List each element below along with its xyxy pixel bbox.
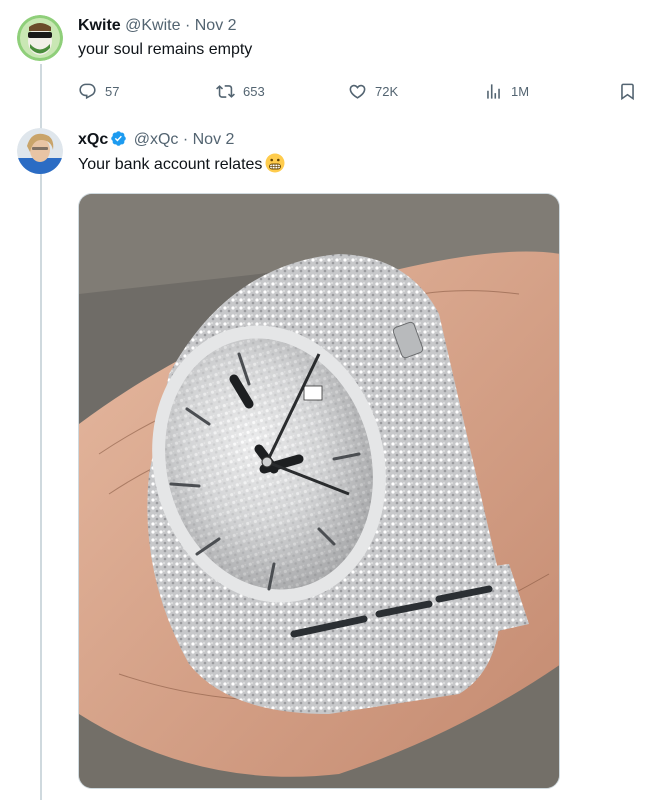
- bookmark-button[interactable]: [618, 82, 637, 101]
- like-button[interactable]: 72K: [348, 82, 398, 101]
- tweet-text: Your bank account relates: [78, 156, 263, 173]
- timestamp[interactable]: Nov 2: [195, 17, 237, 34]
- separator: ·: [182, 131, 189, 148]
- tweet-text: your soul remains empty: [78, 41, 253, 58]
- bookmark-icon: [621, 83, 634, 101]
- avatar[interactable]: [17, 128, 63, 174]
- heart-icon: [349, 84, 366, 99]
- handle[interactable]: @xQc: [134, 131, 179, 148]
- display-name[interactable]: xQc: [78, 131, 108, 148]
- handle[interactable]: @Kwite: [125, 17, 180, 34]
- tweet-text-row: Your bank account relates: [78, 153, 636, 176]
- tweet-body: Kwite @Kwite · Nov 2 your soul remains e…: [78, 16, 636, 61]
- tweet-body: xQc @xQc · Nov 2 Your bank account relat…: [78, 130, 636, 176]
- action-bar: 57 653 72K 1M: [78, 82, 638, 102]
- separator: ·: [184, 17, 191, 34]
- views-icon: [487, 84, 500, 99]
- reply-icon: [79, 83, 96, 100]
- verified-badge-icon[interactable]: [110, 130, 127, 147]
- reply-count: 57: [105, 84, 120, 99]
- retweet-icon: [216, 85, 235, 98]
- views-button[interactable]: 1M: [484, 82, 529, 101]
- tweet-header: xQc @xQc · Nov 2: [78, 130, 636, 150]
- thread-line: [40, 64, 42, 800]
- timestamp[interactable]: Nov 2: [193, 131, 235, 148]
- tweet-header: Kwite @Kwite · Nov 2: [78, 16, 636, 36]
- reply-button[interactable]: 57: [78, 82, 119, 101]
- retweet-button[interactable]: 653: [216, 82, 265, 101]
- retweet-count: 653: [243, 84, 265, 99]
- views-count: 1M: [511, 84, 530, 99]
- display-name[interactable]: Kwite: [78, 17, 121, 34]
- avatar[interactable]: [17, 15, 63, 61]
- like-count: 72K: [375, 84, 399, 99]
- tweet-media-image[interactable]: [78, 193, 560, 789]
- grimacing-face-icon: [265, 153, 285, 173]
- watch-photo: [79, 194, 559, 788]
